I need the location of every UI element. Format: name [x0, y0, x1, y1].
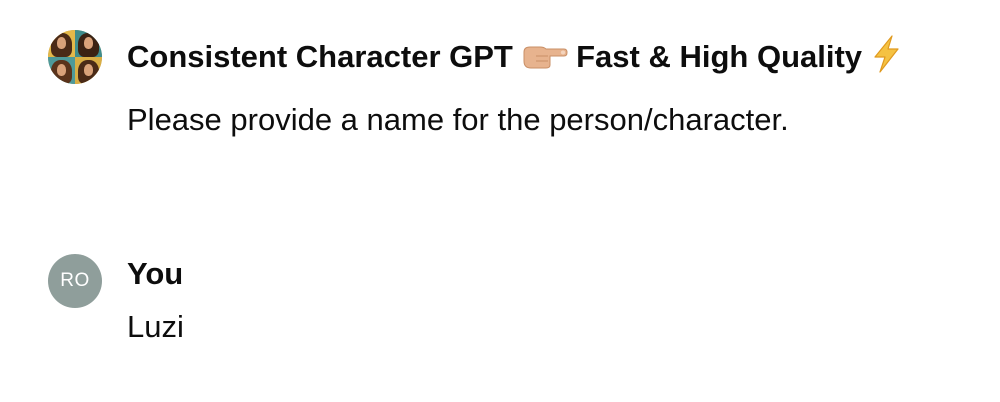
gpt-message-body: Consistent Character GPT Fast & High Qua…	[127, 30, 980, 140]
user-message-text: Luzi	[127, 309, 184, 344]
user-message: RO You Luzi	[48, 254, 980, 347]
user-avatar-initials: RO	[60, 270, 90, 291]
gpt-name: Consistent Character GPT	[127, 39, 513, 75]
avatar-tile	[75, 57, 102, 84]
gpt-author-line: Consistent Character GPT Fast & High Qua…	[127, 35, 980, 83]
gpt-message-text: Please provide a name for the person/cha…	[127, 102, 789, 137]
gpt-avatar[interactable]	[48, 30, 102, 84]
gpt-name-suffix: Fast & High Quality	[576, 39, 863, 75]
user-message-body: You Luzi	[127, 254, 980, 347]
avatar-tile	[75, 30, 102, 57]
avatar-tile	[48, 57, 75, 84]
avatar-tile	[48, 30, 75, 57]
lightning-bolt-icon	[871, 35, 901, 83]
user-name: You	[127, 256, 184, 291]
user-avatar: RO	[48, 254, 102, 308]
gpt-message: Consistent Character GPT Fast & High Qua…	[48, 30, 980, 140]
pointing-finger-icon	[522, 39, 568, 79]
